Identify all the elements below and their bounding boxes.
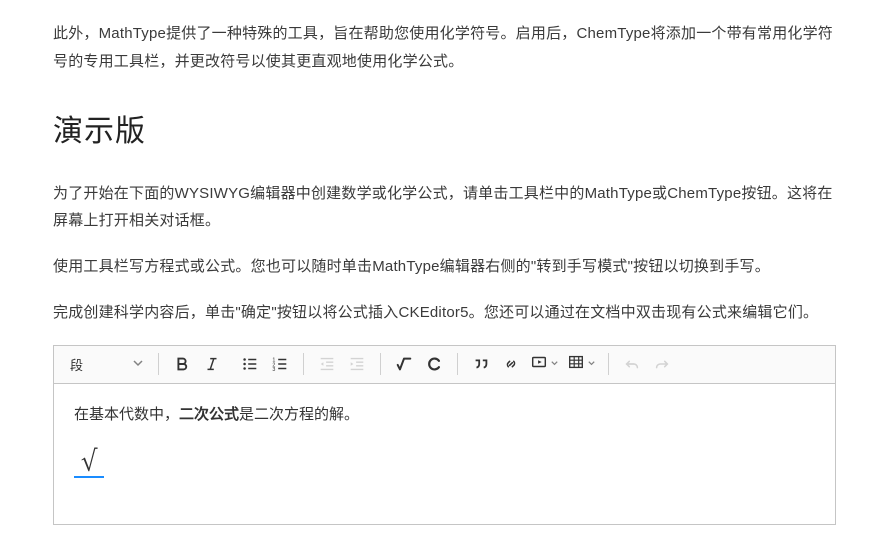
instructions-p3: 完成创建科学内容后，单击"确定"按钮以将公式插入CKEditor5。您还可以通过…: [53, 299, 836, 327]
instructions-p1: 为了开始在下面的WYSIWYG编辑器中创建数学或化学公式，请单击工具栏中的Mat…: [53, 180, 836, 236]
toolbar-separator: [158, 353, 159, 375]
math-formula-widget[interactable]: √: [74, 447, 815, 478]
block-quote-button[interactable]: [466, 349, 496, 379]
text-run: 是二次方程的解。: [239, 406, 359, 423]
square-root-symbol: √: [74, 447, 104, 478]
redo-button[interactable]: [647, 349, 677, 379]
ckeditor-instance: 段 123: [53, 345, 836, 525]
bold-text-run: 二次公式: [179, 406, 239, 423]
chemtype-button[interactable]: [419, 349, 449, 379]
instructions-p2: 使用工具栏写方程式或公式。您也可以随时单击MathType编辑器右侧的"转到手写…: [53, 253, 836, 281]
link-button[interactable]: [496, 349, 526, 379]
undo-button[interactable]: [617, 349, 647, 379]
numbered-list-button[interactable]: 123: [265, 349, 295, 379]
heading-dropdown[interactable]: 段: [60, 349, 154, 379]
media-embed-button[interactable]: [526, 349, 563, 379]
intro-paragraph: 此外，MathType提供了一种特殊的工具，旨在帮助您使用化学符号。启用后，Ch…: [53, 20, 836, 76]
chevron-down-icon: [132, 357, 144, 372]
mathtype-button[interactable]: [389, 349, 419, 379]
demo-heading: 演示版: [53, 106, 836, 150]
editor-content-area[interactable]: 在基本代数中，二次公式是二次方程的解。 √: [54, 384, 835, 524]
decrease-indent-button[interactable]: [312, 349, 342, 379]
insert-table-button[interactable]: [563, 349, 600, 379]
toolbar-separator: [457, 353, 458, 375]
bulleted-list-button[interactable]: [235, 349, 265, 379]
bold-button[interactable]: [167, 349, 197, 379]
table-icon: [567, 353, 585, 376]
toolbar-separator: [380, 353, 381, 375]
chevron-down-icon: [587, 355, 596, 373]
chevron-down-icon: [550, 355, 559, 373]
content-paragraph-1: 在基本代数中，二次公式是二次方程的解。: [74, 402, 815, 428]
heading-dropdown-label: 段: [70, 355, 83, 374]
italic-button[interactable]: [197, 349, 227, 379]
editor-toolbar: 段 123: [54, 346, 835, 384]
svg-text:3: 3: [272, 367, 275, 373]
text-run: 在基本代数中，: [74, 406, 179, 423]
toolbar-separator: [608, 353, 609, 375]
media-icon: [530, 353, 548, 376]
toolbar-separator: [303, 353, 304, 375]
increase-indent-button[interactable]: [342, 349, 372, 379]
